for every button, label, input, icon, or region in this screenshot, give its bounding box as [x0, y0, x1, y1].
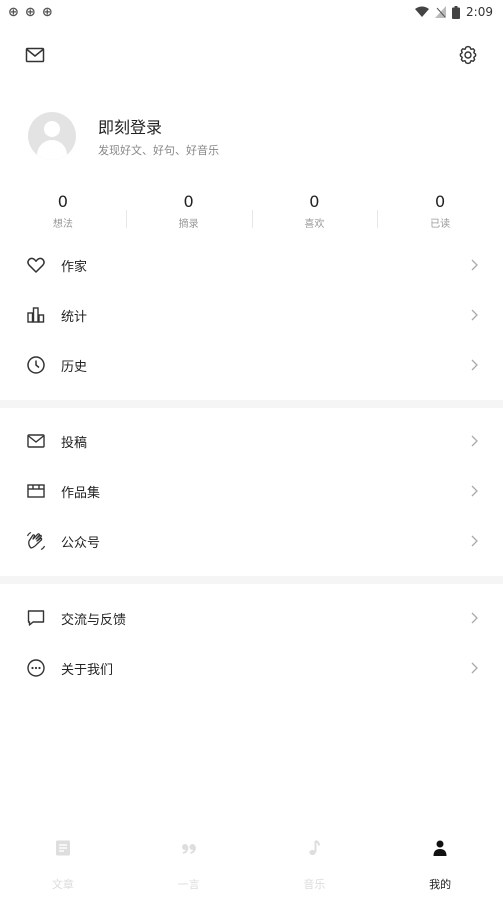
music-note-icon: [304, 838, 324, 858]
gear-icon[interactable]: [457, 44, 479, 66]
tab-label: 文章: [51, 878, 74, 891]
menu-group-content: 投稿 作品集 公众号: [0, 416, 503, 566]
stats-row: 0 想法 0 摘录 0 喜欢 0 已读: [0, 192, 503, 230]
menu-label: 作家: [61, 259, 88, 275]
menu-item-feedback[interactable]: 交流与反馈: [0, 593, 503, 643]
login-title[interactable]: 即刻登录: [98, 114, 219, 138]
stat-label: 摘录: [178, 219, 199, 230]
chevron-right-icon: [471, 612, 478, 624]
bar-chart-icon: [26, 305, 46, 325]
menu-item-history[interactable]: 历史: [0, 340, 503, 390]
stat-label: 想法: [52, 219, 73, 230]
chevron-right-icon: [471, 259, 478, 271]
mail-icon: [26, 431, 46, 451]
menu-label: 作品集: [61, 485, 101, 501]
collection-icon: [26, 481, 46, 501]
chevron-right-icon: [471, 309, 478, 321]
menu-item-writers[interactable]: 作家: [0, 240, 503, 290]
message-icon: [26, 608, 46, 628]
status-bar: ⊕ ⊕ ⊕ 2:09: [0, 0, 503, 24]
menu-label: 公众号: [61, 535, 101, 551]
stat-thoughts[interactable]: 0 想法: [0, 192, 126, 230]
stat-value: 0: [435, 192, 446, 211]
profile-text: 即刻登录 发现好文、好句、好音乐: [98, 114, 219, 158]
menu-label: 投稿: [61, 435, 88, 451]
wifi-icon: [415, 6, 430, 17]
menu-label: 统计: [61, 309, 88, 325]
tab-mine[interactable]: 我的: [377, 830, 503, 897]
article-icon: [53, 838, 73, 858]
menu-group-personal: 作家 统计 历史: [0, 240, 503, 390]
notification-icon: ⊕: [8, 4, 19, 20]
wechat-icon: [26, 531, 46, 551]
tab-music[interactable]: 音乐: [252, 830, 378, 897]
tab-articles[interactable]: 文章: [0, 830, 126, 897]
section-divider: [0, 576, 503, 584]
menu-label: 交流与反馈: [61, 612, 127, 628]
status-time: 2:09: [466, 5, 493, 19]
stat-read[interactable]: 0 已读: [377, 192, 503, 230]
stat-value: 0: [309, 192, 320, 211]
status-left-icons: ⊕ ⊕ ⊕: [8, 5, 53, 20]
tab-label: 音乐: [303, 878, 326, 891]
stat-label: 喜欢: [304, 219, 325, 230]
menu-item-official-account[interactable]: 公众号: [0, 516, 503, 566]
stat-excerpts[interactable]: 0 摘录: [125, 192, 252, 230]
quote-icon: [179, 838, 199, 858]
login-profile[interactable]: 即刻登录 发现好文、好句、好音乐: [28, 112, 219, 160]
chevron-right-icon: [471, 359, 478, 371]
tab-label: 我的: [429, 878, 452, 891]
clock-icon: [26, 355, 46, 375]
notification-icon: ⊕: [24, 4, 36, 20]
tab-quotes[interactable]: 一言: [126, 830, 252, 897]
menu-item-collections[interactable]: 作品集: [0, 466, 503, 516]
login-subtitle: 发现好文、好句、好音乐: [98, 144, 219, 157]
heart-icon: [26, 255, 46, 275]
menu-item-submit[interactable]: 投稿: [0, 416, 503, 466]
menu-label: 关于我们: [61, 662, 114, 678]
menu-label: 历史: [61, 359, 88, 375]
mail-icon[interactable]: [24, 44, 46, 66]
stat-value: 0: [57, 192, 68, 211]
chevron-right-icon: [471, 435, 478, 447]
menu-item-statistics[interactable]: 统计: [0, 290, 503, 340]
status-right: 2:09: [415, 5, 493, 19]
chevron-right-icon: [471, 485, 478, 497]
tab-label: 一言: [177, 878, 200, 891]
section-divider: [0, 400, 503, 408]
notification-icon: ⊕: [41, 4, 53, 20]
chevron-right-icon: [471, 535, 478, 547]
stat-label: 已读: [430, 219, 451, 230]
signal-icon: [435, 6, 447, 18]
stat-likes[interactable]: 0 喜欢: [251, 192, 378, 230]
person-icon: [430, 838, 450, 858]
avatar[interactable]: [28, 112, 76, 160]
bottom-tab-bar: 文章 一言 音乐 我的: [0, 830, 503, 897]
menu-group-about: 交流与反馈 关于我们: [0, 593, 503, 693]
menu-item-about-us[interactable]: 关于我们: [0, 643, 503, 693]
battery-icon: [452, 5, 461, 19]
stat-value: 0: [183, 192, 194, 211]
top-bar: [0, 40, 503, 70]
more-icon: [26, 658, 46, 678]
chevron-right-icon: [471, 662, 478, 674]
